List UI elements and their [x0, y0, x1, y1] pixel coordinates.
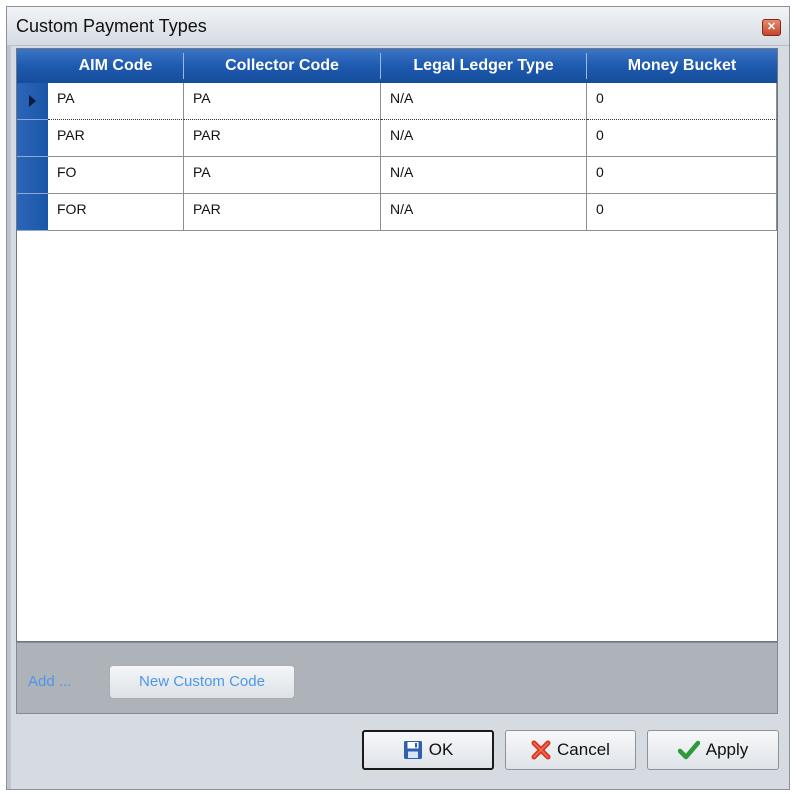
- apply-button[interactable]: Apply: [647, 730, 779, 770]
- column-header-legal-ledger-type[interactable]: Legal Ledger Type: [381, 49, 586, 83]
- ok-button[interactable]: OK: [362, 730, 494, 770]
- cancel-button[interactable]: Cancel: [505, 730, 636, 770]
- ok-button-label: OK: [428, 740, 454, 759]
- cell-aim-code[interactable]: PA: [48, 83, 184, 120]
- table-row[interactable]: PA PA N/A 0: [17, 83, 777, 120]
- cell-collector-code[interactable]: PA: [184, 83, 381, 120]
- new-custom-code-button[interactable]: New Custom Code: [109, 665, 295, 699]
- cell-aim-code[interactable]: FOR: [48, 194, 184, 231]
- title-bar: Custom Payment Types ✕: [7, 7, 789, 46]
- add-link[interactable]: Add ...: [28, 673, 71, 690]
- cell-money-bucket[interactable]: 0: [587, 120, 777, 157]
- row-selector[interactable]: [17, 157, 48, 194]
- cell-legal-ledger-type[interactable]: N/A: [381, 194, 587, 231]
- table-row[interactable]: FO PA N/A 0: [17, 157, 777, 194]
- add-panel: Add ... New Custom Code: [16, 642, 778, 714]
- current-row-arrow-icon: [29, 95, 36, 107]
- row-selector[interactable]: [17, 194, 48, 231]
- cell-legal-ledger-type[interactable]: N/A: [381, 83, 587, 120]
- close-icon[interactable]: ✕: [762, 19, 781, 36]
- cell-money-bucket[interactable]: 0: [587, 157, 777, 194]
- red-x-icon: [531, 740, 551, 760]
- save-disk-icon: [403, 741, 422, 759]
- cell-money-bucket[interactable]: 0: [587, 83, 777, 120]
- column-header-aim-code[interactable]: AIM Code: [48, 49, 183, 83]
- cell-money-bucket[interactable]: 0: [587, 194, 777, 231]
- column-header-collector-code[interactable]: Collector Code: [184, 49, 380, 83]
- cell-legal-ledger-type[interactable]: N/A: [381, 157, 587, 194]
- cell-collector-code[interactable]: PAR: [184, 120, 381, 157]
- row-selector[interactable]: [17, 120, 48, 157]
- cell-collector-code[interactable]: PAR: [184, 194, 381, 231]
- window-title: Custom Payment Types: [16, 16, 207, 36]
- green-check-icon: [677, 740, 700, 760]
- column-header-money-bucket[interactable]: Money Bucket: [587, 49, 777, 83]
- cell-aim-code[interactable]: PAR: [48, 120, 184, 157]
- grid-header: AIM Code Collector Code Legal Ledger Typ…: [17, 49, 777, 83]
- table-row[interactable]: PAR PAR N/A 0: [17, 120, 777, 157]
- apply-button-label: Apply: [705, 740, 749, 759]
- cell-collector-code[interactable]: PA: [184, 157, 381, 194]
- cancel-button-label: Cancel: [557, 740, 610, 759]
- table-row[interactable]: FOR PAR N/A 0: [17, 194, 777, 231]
- row-selector[interactable]: [17, 83, 48, 120]
- payment-types-grid[interactable]: AIM Code Collector Code Legal Ledger Typ…: [16, 48, 778, 642]
- cell-aim-code[interactable]: FO: [48, 157, 184, 194]
- cell-legal-ledger-type[interactable]: N/A: [381, 120, 587, 157]
- window-left-edge: [7, 45, 11, 789]
